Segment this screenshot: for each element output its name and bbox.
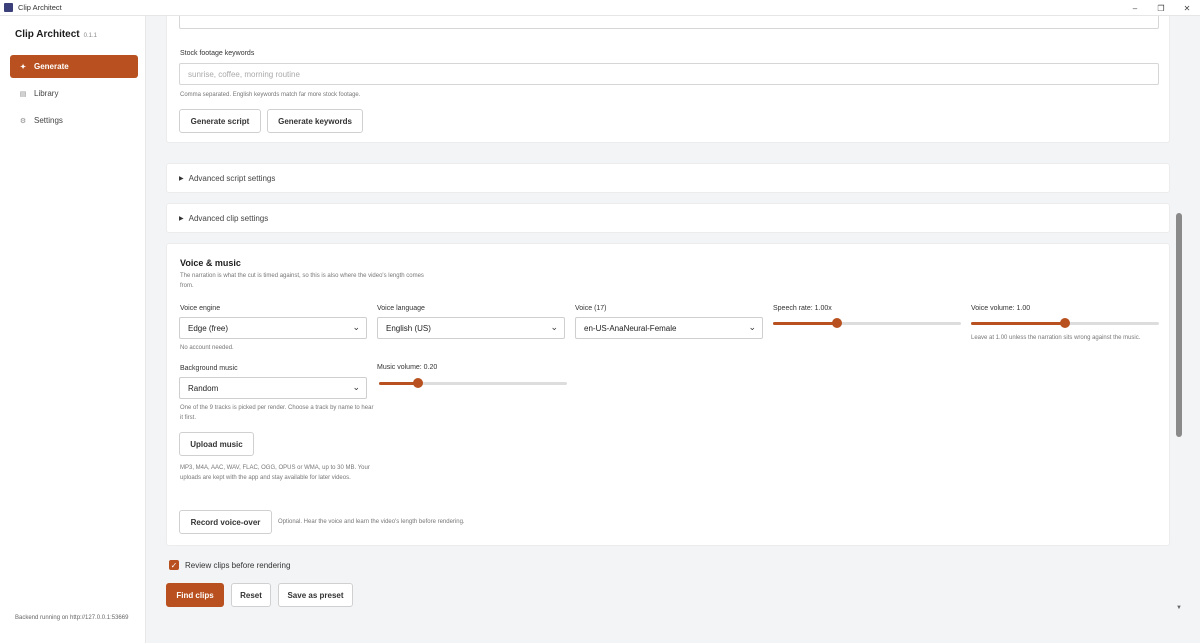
- voice-music-description: The narration is what the cut is timed a…: [180, 273, 424, 289]
- advanced-script-toggle[interactable]: ▶ Advanced script settings: [179, 174, 275, 183]
- voice-language-select[interactable]: English (US) ⌄: [377, 317, 565, 339]
- main-content: Stock footage keywords sunrise, coffee, …: [146, 16, 1200, 643]
- slider-fill: [773, 322, 837, 325]
- generate-keywords-button[interactable]: Generate keywords: [267, 109, 363, 133]
- sidebar-item-label: Library: [34, 89, 59, 98]
- brand: Clip Architect 0.1.1: [15, 29, 97, 40]
- sidebar: Clip Architect 0.1.1 ✦ Generate ▤ Librar…: [0, 16, 146, 643]
- sidebar-item-label: Generate: [34, 62, 69, 71]
- background-music-label: Background music: [180, 365, 238, 372]
- chevron-down-icon: ⌄: [748, 322, 756, 332]
- generate-script-button[interactable]: Generate script: [179, 109, 261, 133]
- caret-right-icon: ▶: [179, 216, 184, 222]
- stock-keywords-placeholder: sunrise, coffee, morning routine: [188, 69, 300, 79]
- voice-music-title: Voice & music: [180, 258, 241, 268]
- background-music-hint: One of the 9 tracks is picked per render…: [180, 405, 374, 421]
- chevron-down-icon: ⌄: [352, 322, 360, 332]
- minimize-icon[interactable]: –: [1122, 0, 1148, 16]
- voice-engine-value: Edge (free): [188, 323, 229, 333]
- voice-music-card: Voice & music The narration is what the …: [166, 243, 1170, 546]
- script-card: Stock footage keywords sunrise, coffee, …: [166, 16, 1170, 143]
- maximize-icon[interactable]: ❐: [1148, 0, 1174, 16]
- review-clips-label: Review clips before rendering: [185, 561, 291, 570]
- voice-select[interactable]: en-US-AnaNeural-Female ⌄: [575, 317, 763, 339]
- advanced-script-section[interactable]: ▶ Advanced script settings: [166, 163, 1170, 193]
- voice-engine-select[interactable]: Edge (free) ⌄: [179, 317, 367, 339]
- window-controls: – ❐ ✕: [1122, 0, 1200, 16]
- slider-thumb[interactable]: [1060, 318, 1070, 328]
- scrollbar-thumb[interactable]: [1176, 213, 1182, 437]
- slider-thumb[interactable]: [413, 378, 424, 388]
- sidebar-item-settings[interactable]: ⚙ Settings: [10, 109, 138, 132]
- advanced-script-label: Advanced script settings: [188, 174, 276, 183]
- window-title: Clip Architect: [18, 3, 62, 12]
- settings-icon: ⚙: [19, 117, 27, 125]
- review-clips-checkbox[interactable]: ✓: [169, 560, 179, 570]
- backend-status: Backend running on http://127.0.0.1:5366…: [15, 615, 129, 621]
- window-titlebar: Clip Architect – ❐ ✕: [0, 0, 1200, 16]
- stock-keywords-label: Stock footage keywords: [180, 50, 255, 57]
- slider-fill: [971, 322, 1065, 325]
- voice-volume-label: Voice volume: 1.00: [971, 305, 1031, 312]
- chevron-down-icon: ⌄: [550, 322, 558, 332]
- caret-right-icon: ▶: [179, 176, 184, 182]
- sidebar-item-generate[interactable]: ✦ Generate: [10, 55, 138, 78]
- voice-language-label: Voice language: [377, 305, 425, 312]
- scroll-down-icon[interactable]: ▼: [1176, 605, 1182, 611]
- checkmark-icon: ✓: [170, 560, 178, 570]
- record-voiceover-hint: Optional. Hear the voice and learn the v…: [278, 519, 465, 525]
- upload-music-hint: MP3, M4A, AAC, WAV, FLAC, OGG, OPUS or W…: [180, 465, 370, 481]
- music-volume-label: Music volume: 0.20: [377, 364, 438, 371]
- music-volume-slider[interactable]: [379, 378, 567, 388]
- advanced-clip-label: Advanced clip settings: [188, 214, 269, 223]
- reset-button[interactable]: Reset: [231, 583, 271, 607]
- app-icon: [4, 3, 13, 12]
- voice-engine-label: Voice engine: [180, 305, 221, 312]
- voice-volume-slider[interactable]: [971, 318, 1159, 328]
- script-textarea[interactable]: [179, 16, 1159, 29]
- close-icon[interactable]: ✕: [1174, 0, 1200, 16]
- voice-value: en-US-AnaNeural-Female: [584, 323, 677, 333]
- background-music-value: Random: [188, 383, 219, 393]
- chevron-down-icon: ⌄: [352, 382, 360, 392]
- voice-label: Voice (17): [575, 305, 607, 312]
- record-voiceover-button[interactable]: Record voice-over: [179, 510, 272, 534]
- slider-thumb[interactable]: [831, 318, 842, 328]
- advanced-clip-toggle[interactable]: ▶ Advanced clip settings: [179, 214, 268, 223]
- find-clips-button[interactable]: Find clips: [166, 583, 224, 607]
- sidebar-item-library[interactable]: ▤ Library: [10, 82, 138, 105]
- save-preset-button[interactable]: Save as preset: [278, 583, 353, 607]
- speech-rate-label: Speech rate: 1.00x: [773, 305, 832, 312]
- voice-engine-hint: No account needed.: [180, 345, 234, 351]
- voice-language-value: English (US): [386, 323, 431, 333]
- advanced-clip-section[interactable]: ▶ Advanced clip settings: [166, 203, 1170, 233]
- upload-music-button[interactable]: Upload music: [179, 432, 254, 456]
- brand-version: 0.1.1: [83, 33, 97, 39]
- stock-keywords-input[interactable]: sunrise, coffee, morning routine: [179, 63, 1159, 85]
- sparkle-icon: ✦: [20, 63, 26, 71]
- brand-name: Clip Architect: [15, 29, 80, 40]
- speech-rate-slider[interactable]: [773, 318, 961, 328]
- stock-keywords-hint: Comma separated. English keywords match …: [180, 92, 361, 98]
- voice-volume-hint: Leave at 1.00 unless the narration sits …: [971, 335, 1141, 341]
- sidebar-item-label: Settings: [34, 116, 63, 125]
- background-music-select[interactable]: Random ⌄: [179, 377, 367, 399]
- library-icon: ▤: [19, 90, 27, 98]
